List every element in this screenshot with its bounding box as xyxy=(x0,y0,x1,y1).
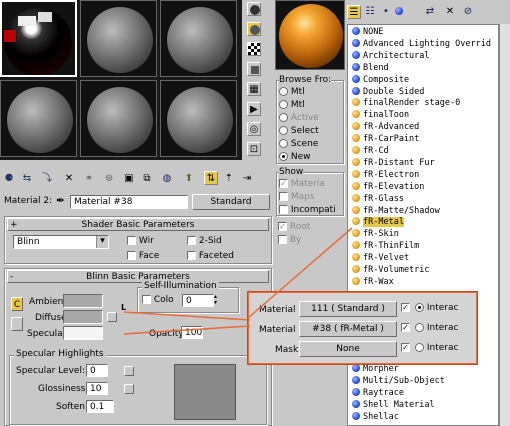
arrow-to-list xyxy=(247,227,353,319)
callout-arrows xyxy=(123,227,353,335)
arrow-to-diffuse xyxy=(123,311,251,321)
arrow-to-type xyxy=(123,325,251,335)
